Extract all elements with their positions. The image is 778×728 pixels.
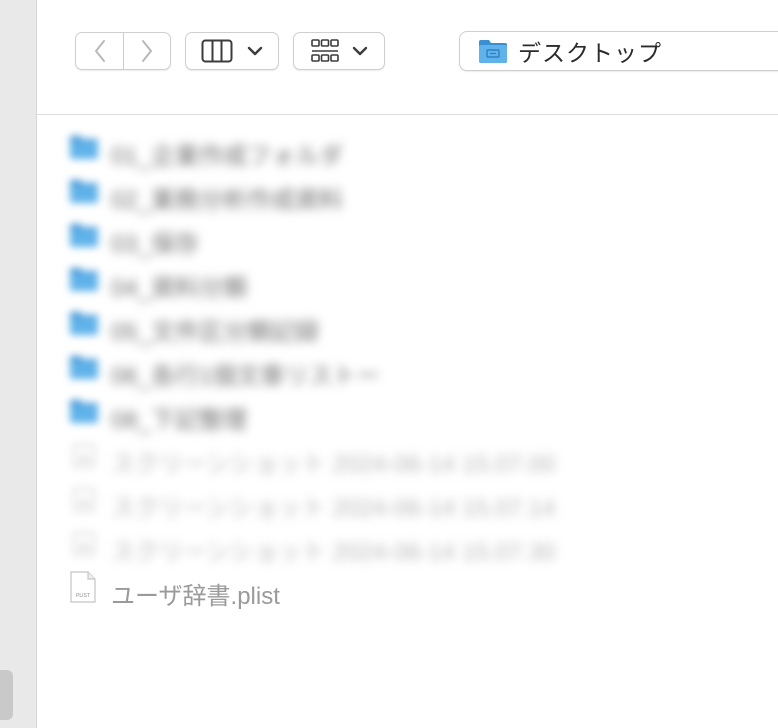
view-mode-button[interactable] xyxy=(185,32,279,70)
forward-button[interactable] xyxy=(124,32,171,70)
file-name: 02_業務分析作成資料 xyxy=(111,187,344,214)
columns-view-icon xyxy=(201,39,233,63)
file-name: 05_文件区分類記録 xyxy=(111,319,320,346)
desktop-folder-icon xyxy=(479,40,507,63)
location-label: デスクトップ xyxy=(518,40,662,66)
file-row[interactable]: 03_保存 xyxy=(37,214,778,258)
file-name: スクリーンショット 2024-06-14 15.07.00 xyxy=(111,451,556,478)
file-row[interactable]: スクリーンショット 2024-06-14 15.07.14 xyxy=(37,478,778,522)
folder-icon xyxy=(69,354,99,385)
image-file-icon xyxy=(69,486,99,519)
image-file-icon xyxy=(69,442,99,475)
location-path-control[interactable]: デスクトップ xyxy=(459,31,778,71)
chevron-down-icon xyxy=(247,46,263,56)
sidebar-scroll-handle[interactable] xyxy=(0,670,13,720)
chevron-down-icon xyxy=(352,46,368,56)
file-list: 01_企業作成フォルダ 02_業務分析作成資料 03_保存 04_資料分類 05_文件区… xyxy=(37,126,778,610)
back-button[interactable] xyxy=(75,32,124,70)
file-row[interactable]: PLIST ユーザ辞書.plist xyxy=(37,566,778,610)
toolbar: デスクトップ xyxy=(37,0,778,115)
file-name: スクリーンショット 2024-06-14 15.07.30 xyxy=(111,539,556,566)
folder-icon xyxy=(69,398,99,429)
folder-icon xyxy=(69,266,99,297)
sidebar xyxy=(0,0,37,728)
file-row[interactable]: 02_業務分析作成資料 xyxy=(37,170,778,214)
folder-icon xyxy=(69,134,99,165)
group-by-button[interactable] xyxy=(293,32,385,70)
image-file-icon xyxy=(69,530,99,563)
file-row[interactable]: 06_各行1個文章リストー xyxy=(37,346,778,390)
file-row[interactable]: 04_資料分類 xyxy=(37,258,778,302)
group-grid-icon xyxy=(311,39,339,62)
file-name: スクリーンショット 2024-06-14 15.07.14 xyxy=(111,495,556,522)
file-row[interactable]: 08_下記整理 xyxy=(37,390,778,434)
file-row[interactable]: 01_企業作成フォルダ xyxy=(37,126,778,170)
folder-icon xyxy=(69,310,99,341)
file-name: 03_保存 xyxy=(111,231,200,258)
file-name: 04_資料分類 xyxy=(111,275,248,302)
file-name: 08_下記整理 xyxy=(111,407,248,434)
file-name: 06_各行1個文章リストー xyxy=(111,363,381,390)
chevron-left-icon xyxy=(94,40,105,62)
file-name: ユーザ辞書.plist xyxy=(111,583,280,610)
file-row[interactable]: スクリーンショット 2024-06-14 15.07.00 xyxy=(37,434,778,478)
folder-icon xyxy=(69,222,99,253)
chevron-right-icon xyxy=(142,40,152,62)
file-row[interactable]: 05_文件区分類記録 xyxy=(37,302,778,346)
file-name: 01_企業作成フォルダ xyxy=(111,143,344,170)
plist-file-icon: PLIST xyxy=(69,570,97,609)
folder-icon xyxy=(69,178,99,209)
svg-text:PLIST: PLIST xyxy=(76,593,90,599)
file-row[interactable]: スクリーンショット 2024-06-14 15.07.30 xyxy=(37,522,778,566)
